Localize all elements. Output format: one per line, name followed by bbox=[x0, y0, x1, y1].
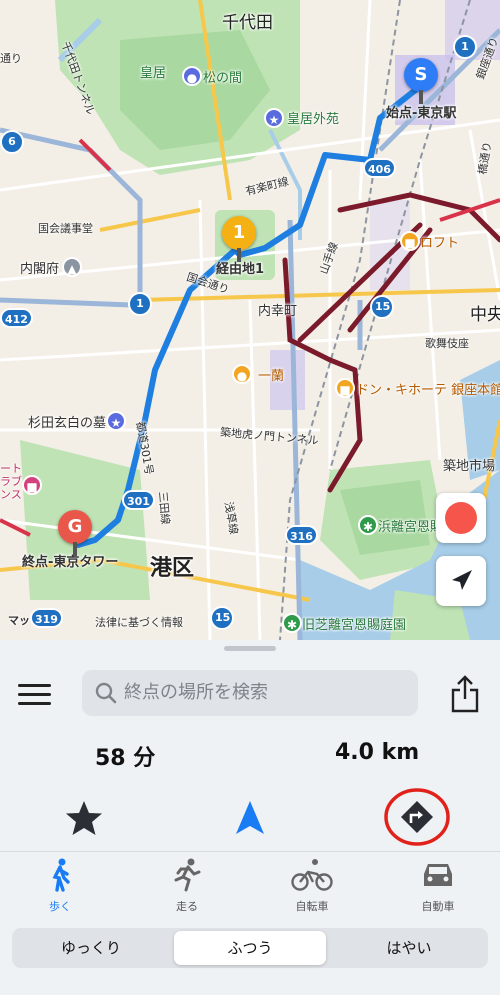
hotel-icon: ■ bbox=[22, 475, 42, 495]
matsunoma-label: 松の間 bbox=[203, 71, 243, 86]
ichiran-label: 一蘭 bbox=[258, 369, 285, 384]
landmark-icon: ★ bbox=[106, 411, 126, 431]
sheet-handle[interactable] bbox=[224, 646, 276, 651]
record-button[interactable] bbox=[436, 493, 486, 543]
hamburger-icon bbox=[18, 684, 51, 705]
mita-line-label: 三田線 bbox=[156, 491, 172, 526]
kyushiba-label: 旧芝離宮恩賜庭園 bbox=[302, 618, 407, 633]
tab-run-label: 走る bbox=[176, 900, 198, 913]
route-1-shield: 1 bbox=[453, 35, 477, 59]
tab-walk[interactable]: 歩く bbox=[5, 858, 115, 914]
speed-segmented-control: ゆっくり ふつう はやい bbox=[12, 928, 488, 968]
tab-bicycle[interactable]: 自転車 bbox=[257, 858, 367, 914]
tab-bicycle-label: 自転車 bbox=[295, 900, 329, 913]
route-15b-shield: 15 bbox=[210, 606, 234, 630]
search-input[interactable]: 終点の場所を検索 bbox=[82, 670, 418, 716]
speed-normal-option[interactable]: ふつう bbox=[174, 931, 326, 965]
speed-slow-option[interactable]: ゆっくり bbox=[15, 931, 167, 965]
loft-label: ロフト bbox=[420, 236, 460, 251]
start-label: 始点-東京駅 bbox=[386, 106, 457, 121]
directions-icon bbox=[384, 788, 450, 846]
share-button[interactable] bbox=[448, 674, 482, 714]
hotel-fragment-label: ート ラブ ンス bbox=[0, 462, 22, 501]
district-chiyoda-label: 千代田 bbox=[222, 13, 273, 33]
favorite-button[interactable] bbox=[64, 798, 104, 838]
route-15-shield: 15 bbox=[370, 295, 394, 319]
government-icon: ▲ bbox=[62, 257, 82, 277]
route-406-shield: 406 bbox=[363, 158, 396, 178]
record-dot-icon bbox=[445, 502, 477, 534]
tab-run[interactable]: 走る bbox=[132, 858, 242, 914]
route-316-shield: 316 bbox=[285, 525, 318, 545]
kokyogaien-poi-icon: ★ bbox=[264, 108, 284, 128]
kokyo-label: 皇居 bbox=[140, 66, 167, 81]
current-location-button[interactable] bbox=[436, 556, 486, 606]
donki-label: ドン・キホーテ 銀座本館 bbox=[356, 383, 500, 398]
duration-value: 58 分 bbox=[95, 746, 156, 771]
distance-value: 4.0 km bbox=[335, 740, 420, 765]
end-label: 終点-東京タワー bbox=[22, 555, 119, 570]
share-icon bbox=[451, 675, 479, 713]
kabukiza-label: 歌舞伎座 bbox=[425, 337, 469, 350]
waypoint-pin[interactable]: 1 bbox=[222, 216, 256, 262]
bottom-sheet: 終点の場所を検索 58 分 4.0 km 歩く 走る 自転車 自動車 ゆっくり … bbox=[0, 640, 500, 995]
restaurant-icon: ● bbox=[232, 364, 252, 384]
tori-label: 通り bbox=[0, 52, 22, 65]
route-319-shield: 319 bbox=[30, 608, 63, 628]
navigate-button[interactable] bbox=[232, 798, 268, 838]
tsukiji-label: 築地市場 bbox=[443, 459, 496, 474]
kokkai-label: 国会議事堂 bbox=[38, 222, 93, 235]
run-icon bbox=[174, 858, 201, 892]
garden-icon: ✱ bbox=[282, 613, 302, 633]
uchisaiwaicho-label: 内幸町 bbox=[258, 304, 298, 319]
tab-car[interactable]: 自動車 bbox=[383, 858, 493, 914]
district-naka-label: 中央 bbox=[470, 305, 500, 325]
store-icon: ■ bbox=[335, 378, 355, 398]
search-icon bbox=[95, 682, 117, 704]
navigation-arrow-icon bbox=[236, 801, 264, 834]
divider bbox=[0, 851, 500, 852]
start-pin[interactable]: S bbox=[404, 58, 438, 104]
tab-car-label: 自動車 bbox=[421, 900, 455, 913]
star-icon bbox=[66, 801, 102, 835]
route-1-mid-shield: 1 bbox=[128, 292, 152, 316]
legal-link[interactable]: 法律に基づく情報 bbox=[95, 614, 183, 630]
district-minato-label: 港区 bbox=[150, 556, 195, 581]
route-6-shield: 6 bbox=[0, 130, 24, 154]
tab-walk-label: 歩く bbox=[49, 900, 71, 913]
menu-button[interactable] bbox=[17, 682, 53, 708]
route-412-shield: 412 bbox=[0, 308, 33, 328]
kokyogaien-label: 皇居外苑 bbox=[287, 112, 340, 127]
naikakufu-label: 内閣府 bbox=[20, 262, 60, 277]
park-icon: ✱ bbox=[358, 515, 378, 535]
sugita-label: 杉田玄白の墓 bbox=[28, 416, 107, 431]
shopping-bag-icon: ■ bbox=[400, 231, 420, 251]
search-placeholder: 終点の場所を検索 bbox=[124, 682, 268, 703]
walk-icon bbox=[52, 858, 70, 892]
car-icon bbox=[424, 864, 452, 886]
hamarikyu-label: 浜離宮恩賜 bbox=[378, 520, 444, 535]
matsunoma-poi-icon: ● bbox=[182, 66, 202, 86]
bicycle-icon bbox=[291, 859, 333, 891]
end-pin[interactable]: G bbox=[58, 510, 92, 556]
speed-fast-option[interactable]: はやい bbox=[333, 931, 485, 965]
route-301-shield: 301 bbox=[122, 490, 155, 510]
location-arrow-icon bbox=[452, 570, 472, 590]
map-view[interactable]: 千代田 皇居 松の間 皇居外苑 始点-東京駅 有楽町線 ロフト 国会議事堂 内閣… bbox=[0, 0, 500, 640]
directions-button[interactable] bbox=[383, 787, 451, 847]
